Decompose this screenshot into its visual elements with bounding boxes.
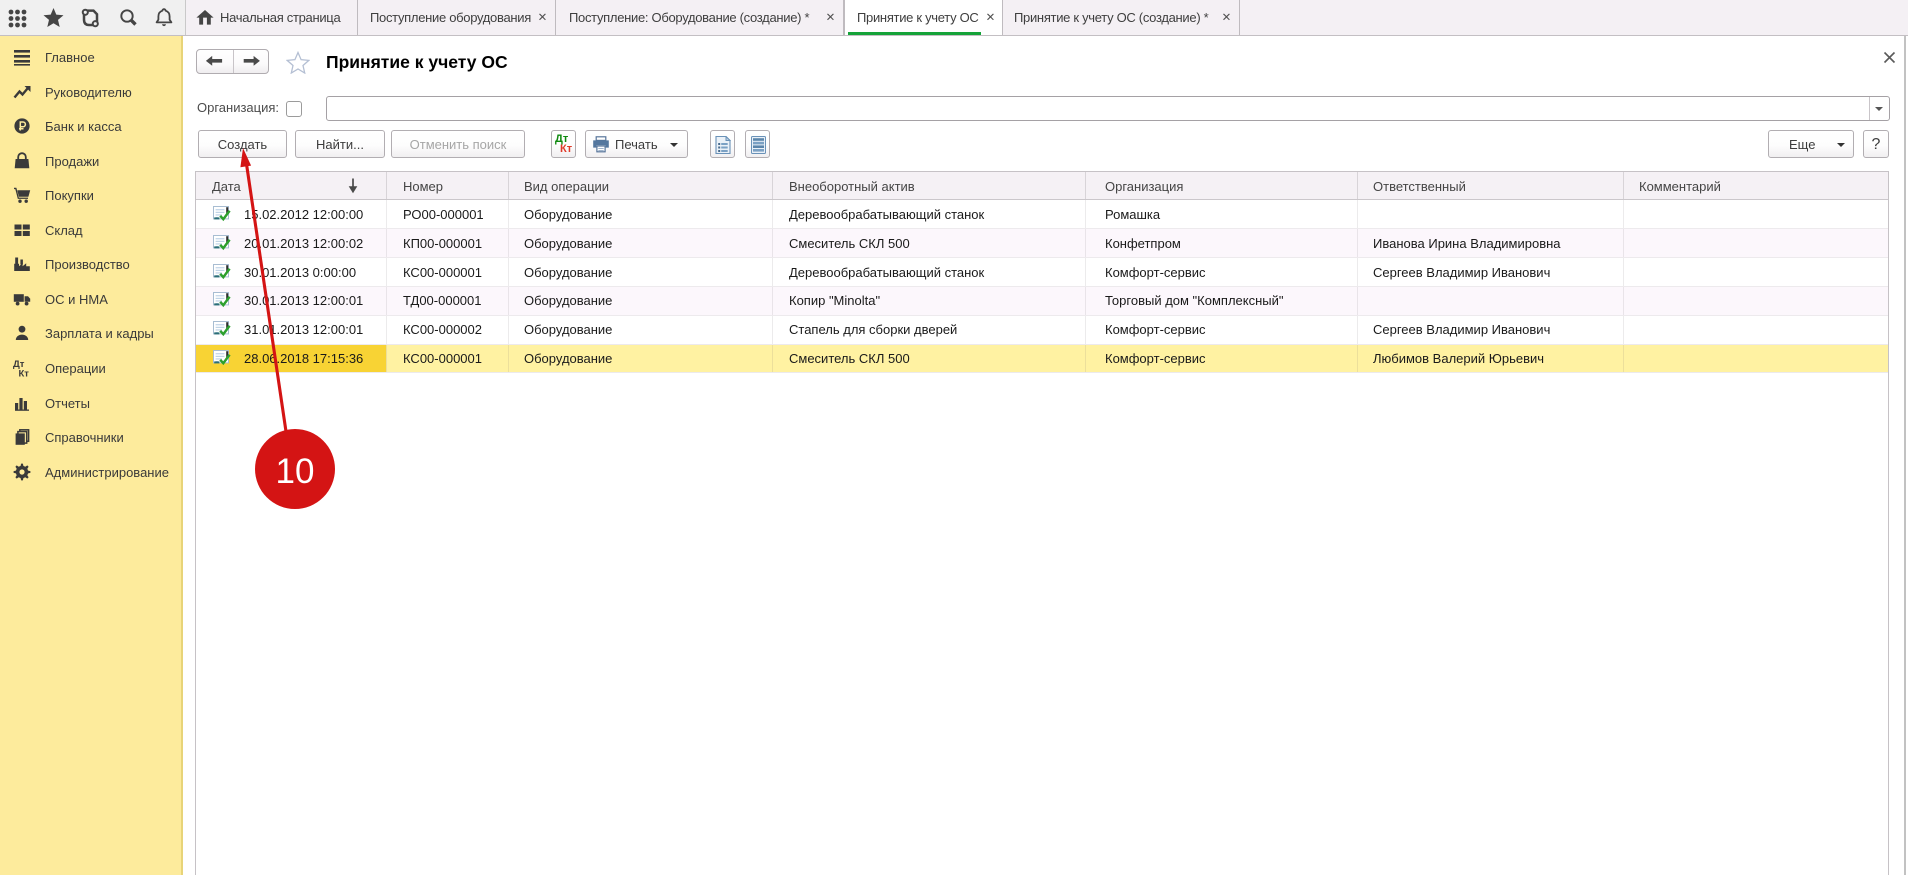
svg-text:Кт: Кт (19, 369, 30, 378)
